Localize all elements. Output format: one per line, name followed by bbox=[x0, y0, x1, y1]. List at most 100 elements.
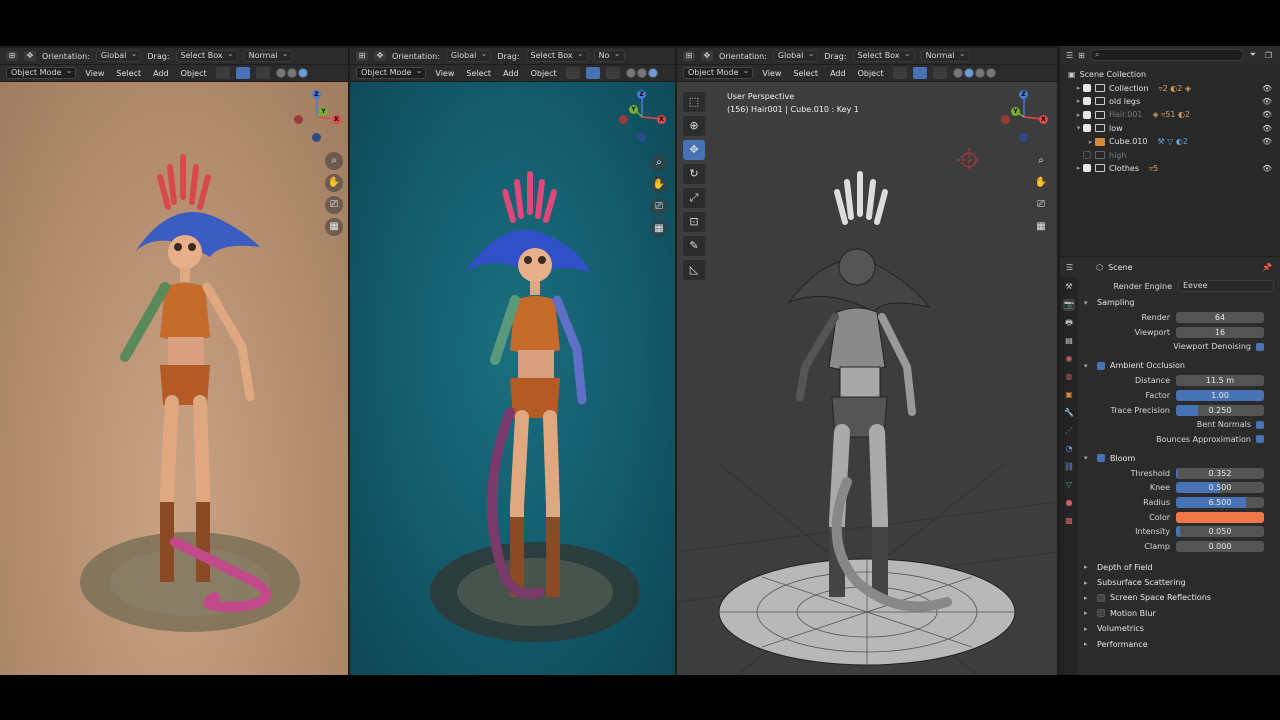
nav-gizmo[interactable]: Z X Y bbox=[290, 90, 344, 144]
modifier-tab-icon[interactable]: 🔧 bbox=[1063, 407, 1075, 419]
z-axis[interactable]: Z bbox=[312, 90, 321, 99]
transform-tool-icon[interactable]: ⊡ bbox=[683, 212, 705, 232]
render-engine-dropdown[interactable]: Eevee bbox=[1178, 280, 1274, 292]
menu-add[interactable]: Add bbox=[500, 69, 522, 78]
bent-normals-row[interactable]: Bent Normals bbox=[1080, 417, 1276, 432]
ao-distance-field[interactable]: 11.5 m bbox=[1176, 375, 1264, 387]
scene-collection-row[interactable]: ▣ Scene Collection bbox=[1060, 68, 1280, 81]
orientation-dropdown[interactable]: Global bbox=[95, 49, 142, 62]
ssr-panel-header[interactable]: ▸ Screen Space Reflections bbox=[1080, 590, 1276, 605]
nav-gizmo[interactable]: Z X Y bbox=[615, 90, 669, 144]
bloom-intensity-slider[interactable]: 0.050 bbox=[1176, 526, 1264, 538]
transform-gizmo-icon[interactable]: ✥ bbox=[374, 51, 386, 61]
pin-icon[interactable]: 📌 bbox=[1262, 263, 1272, 272]
bloom-checkbox[interactable] bbox=[1097, 454, 1105, 463]
z-axis[interactable]: Z bbox=[637, 90, 646, 99]
ao-checkbox[interactable] bbox=[1097, 361, 1105, 370]
performance-panel-header[interactable]: ▸ Performance bbox=[1080, 636, 1276, 651]
menu-view[interactable]: View bbox=[82, 69, 107, 78]
y-axis[interactable]: Y bbox=[629, 105, 638, 114]
outliner-row-cube[interactable]: ▸ Cube.010 ⚒ ▽ ◐2 👁 bbox=[1060, 135, 1280, 148]
x-axis[interactable]: X bbox=[332, 115, 341, 124]
bloom-knee-slider[interactable]: 0.500 bbox=[1176, 482, 1264, 494]
outliner-row-clothes[interactable]: ▸ Clothes ▿5 👁 bbox=[1060, 162, 1280, 175]
bloom-panel-header[interactable]: ▾ Bloom bbox=[1080, 451, 1276, 466]
properties-editor-icon[interactable]: ☰ bbox=[1066, 263, 1073, 272]
eye-icon[interactable]: 👁 bbox=[1262, 124, 1272, 133]
bloom-threshold-slider[interactable]: 0.352 bbox=[1176, 467, 1264, 479]
output-tab-icon[interactable]: 🖶 bbox=[1063, 317, 1075, 329]
menu-select[interactable]: Select bbox=[790, 69, 821, 78]
viewport-2-canvas[interactable]: Z X Y ⌕ ✋ ⎚ ▦ bbox=[350, 82, 675, 675]
mode-dropdown[interactable]: Object Mode bbox=[356, 66, 427, 79]
drag-dropdown[interactable]: Select Box bbox=[852, 49, 915, 62]
volumetrics-panel-header[interactable]: ▸ Volumetrics bbox=[1080, 621, 1276, 636]
particles-tab-icon[interactable]: ⋰ bbox=[1063, 425, 1075, 437]
select-tool-icon[interactable]: ⬚ bbox=[683, 92, 705, 112]
camera-icon[interactable]: ⎚ bbox=[1032, 196, 1050, 214]
outliner[interactable]: ☰ ⊞ ⌕ ⏷ ❐ ▣ Scene Collection ▸ Collectio… bbox=[1060, 46, 1280, 256]
denoising-checkbox[interactable] bbox=[1256, 342, 1264, 351]
x-axis[interactable]: X bbox=[1039, 115, 1048, 124]
editor-type-icon[interactable]: ⊞ bbox=[6, 51, 18, 61]
viewport-2[interactable]: ⊞ ✥ Orientation: Global Drag: Select Box… bbox=[350, 46, 675, 675]
annotate-tool-icon[interactable]: ✎ bbox=[683, 236, 705, 256]
menu-object[interactable]: Object bbox=[178, 69, 210, 78]
scene-tab-icon[interactable]: ◉ bbox=[1063, 353, 1075, 365]
gizmo-toggle-button[interactable] bbox=[912, 67, 927, 79]
orientation-dropdown[interactable]: Global bbox=[445, 49, 492, 62]
viewport-1[interactable]: ⊞ ✥ Orientation: Global Drag: Select Box… bbox=[0, 46, 348, 675]
outliner-search[interactable]: ⌕ bbox=[1089, 49, 1244, 61]
grid-icon[interactable]: ▦ bbox=[650, 220, 668, 238]
row-checkbox[interactable] bbox=[1083, 124, 1091, 133]
shading-buttons[interactable] bbox=[952, 68, 996, 78]
cursor-tool-icon[interactable]: ⊕ bbox=[683, 116, 705, 136]
pan-hand-icon[interactable]: ✋ bbox=[1032, 174, 1050, 192]
new-collection-icon[interactable]: ❐ bbox=[1265, 51, 1272, 60]
eye-icon[interactable]: 👁 bbox=[1262, 84, 1272, 93]
scale-tool-icon[interactable]: ⤢ bbox=[683, 188, 705, 208]
ao-panel-header[interactable]: ▾ Ambient Occlusion bbox=[1080, 358, 1276, 373]
row-checkbox[interactable] bbox=[1083, 151, 1091, 160]
tool-tab-icon[interactable]: ⚒ bbox=[1063, 281, 1075, 293]
bent-normals-checkbox[interactable] bbox=[1256, 420, 1264, 429]
visibility-button[interactable] bbox=[215, 67, 230, 79]
properties-editor[interactable]: ☰ ⬡ Scene 📌 ⚒ 📷 🖶 ▤ ◉ ◍ ▣ 🔧 ⋰ ◔ ⛓ ▽ ● ▩ … bbox=[1060, 257, 1280, 675]
pivot-dropdown[interactable]: Normal bbox=[243, 49, 293, 62]
overlay-button[interactable] bbox=[255, 67, 270, 79]
display-mode-icon[interactable]: ⊞ bbox=[1078, 51, 1085, 60]
nav-gizmo[interactable]: Z X Y bbox=[997, 90, 1051, 144]
eye-icon[interactable]: 👁 bbox=[1262, 97, 1272, 106]
row-checkbox[interactable] bbox=[1083, 110, 1091, 119]
grid-icon[interactable]: ▦ bbox=[1032, 218, 1050, 236]
mode-dropdown[interactable]: Object Mode bbox=[6, 66, 77, 79]
overlay-button[interactable] bbox=[932, 67, 947, 79]
grid-icon[interactable]: ▦ bbox=[325, 218, 343, 236]
constraints-tab-icon[interactable]: ⛓ bbox=[1063, 461, 1075, 473]
zoom-icon[interactable]: ⌕ bbox=[650, 154, 668, 172]
camera-icon[interactable]: ⎚ bbox=[325, 196, 343, 214]
drag-dropdown[interactable]: Select Box bbox=[175, 49, 238, 62]
rotate-tool-icon[interactable]: ↻ bbox=[683, 164, 705, 184]
physics-tab-icon[interactable]: ◔ bbox=[1063, 443, 1075, 455]
outliner-row-old-legs[interactable]: ▸ old legs 👁 bbox=[1060, 95, 1280, 108]
viewport-denoising-row[interactable]: Viewport Denoising bbox=[1080, 340, 1276, 355]
outliner-row-low[interactable]: ▾ low 👁 bbox=[1060, 122, 1280, 135]
pivot-dropdown[interactable]: Normal bbox=[920, 49, 970, 62]
ao-factor-slider[interactable]: 1.00 bbox=[1176, 389, 1264, 401]
viewport-samples-field[interactable]: 16 bbox=[1176, 326, 1264, 338]
bloom-radius-slider[interactable]: 6.500 bbox=[1176, 496, 1264, 508]
outliner-row-hair[interactable]: ▸ Hair.001 ◈ ▿51 ◐2 👁 bbox=[1060, 108, 1280, 121]
row-checkbox[interactable] bbox=[1083, 97, 1091, 106]
render-samples-field[interactable]: 64 bbox=[1176, 312, 1264, 324]
shading-buttons[interactable] bbox=[275, 68, 308, 78]
zoom-icon[interactable]: ⌕ bbox=[1032, 152, 1050, 170]
gizmo-toggle-button[interactable] bbox=[585, 67, 600, 79]
eye-icon[interactable]: 👁 bbox=[1262, 164, 1272, 173]
outliner-editor-icon[interactable]: ☰ bbox=[1066, 51, 1073, 60]
transform-gizmo-icon[interactable]: ✥ bbox=[24, 51, 36, 61]
menu-object[interactable]: Object bbox=[528, 69, 560, 78]
orientation-dropdown[interactable]: Global bbox=[772, 49, 819, 62]
shading-buttons[interactable] bbox=[625, 68, 658, 78]
material-tab-icon[interactable]: ● bbox=[1063, 497, 1075, 509]
